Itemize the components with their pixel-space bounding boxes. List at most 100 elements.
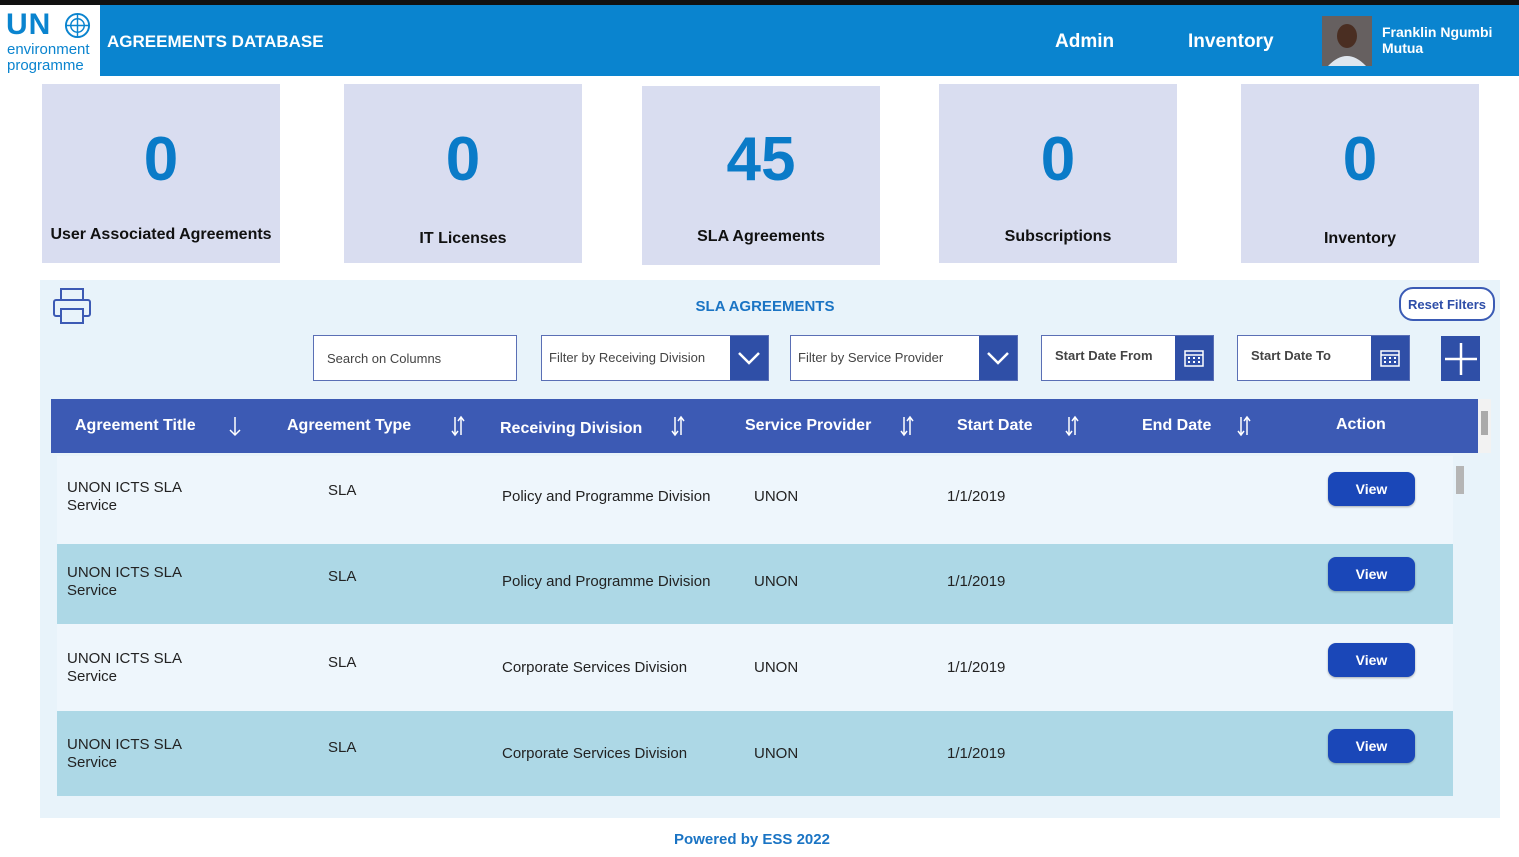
receiving-division-dropdown[interactable]: Filter by Receiving Division xyxy=(541,335,769,381)
tile-label: SLA Agreements xyxy=(697,228,825,245)
table-row[interactable]: UNON ICTS SLA Service SLA Policy and Prog… xyxy=(57,544,1453,624)
tile-user-agreements[interactable]: 0 User Associated Agreements xyxy=(42,84,280,263)
nav-inventory[interactable]: Inventory xyxy=(1188,31,1274,53)
view-button[interactable]: View xyxy=(1328,643,1415,677)
cell-division: Policy and Programme Division xyxy=(502,573,711,590)
sort-icon[interactable] xyxy=(1065,415,1079,437)
cell-start-date: 1/1/2019 xyxy=(947,573,1006,590)
cell-division: Corporate Services Division xyxy=(502,659,688,676)
date-placeholder: Start Date From xyxy=(1055,348,1153,363)
title-line2: Service xyxy=(67,497,118,514)
cell-type: SLA xyxy=(328,568,357,585)
table-header: Agreement Title Agreement Type Receiving… xyxy=(51,399,1478,453)
panel-title: SLA AGREEMENTS xyxy=(695,298,835,315)
view-button[interactable]: View xyxy=(1328,729,1415,763)
footer-credit: Powered by ESS 2022 xyxy=(674,831,830,848)
logo-un-text: UN xyxy=(6,8,52,41)
reset-filters-button[interactable]: Reset Filters xyxy=(1399,287,1495,321)
search-input[interactable] xyxy=(313,335,517,381)
avatar[interactable] xyxy=(1322,16,1372,66)
cell-start-date: 1/1/2019 xyxy=(947,659,1006,676)
cell-provider: UNON xyxy=(754,745,799,762)
col-action: Action xyxy=(1336,416,1386,433)
cell-start-date: 1/1/2019 xyxy=(947,745,1006,762)
cell-provider: UNON xyxy=(754,659,799,676)
tile-it-licenses[interactable]: 0 IT Licenses xyxy=(344,84,582,263)
tile-value: 0 xyxy=(1040,125,1076,194)
col-agreement-type[interactable]: Agreement Type xyxy=(287,417,411,435)
tile-subscriptions[interactable]: 0 Subscriptions xyxy=(939,84,1177,263)
cell-division: Policy and Programme Division xyxy=(502,488,711,505)
logo-subtitle: environment programme xyxy=(7,42,90,74)
logo-line1: environment xyxy=(7,41,90,58)
scrollbar-thumb[interactable] xyxy=(1481,411,1488,435)
col-service-provider[interactable]: Service Provider xyxy=(745,417,871,435)
title-line2: Service xyxy=(67,754,118,771)
view-button[interactable]: View xyxy=(1328,472,1415,506)
tile-value: 0 xyxy=(445,125,481,194)
cell-start-date: 1/1/2019 xyxy=(947,488,1006,505)
col-end-date[interactable]: End Date xyxy=(1142,417,1211,435)
start-date-from-picker[interactable]: Start Date From xyxy=(1041,335,1214,381)
dropdown-placeholder: Filter by Service Provider xyxy=(798,350,944,365)
sort-icon[interactable] xyxy=(671,415,685,437)
globe-icon xyxy=(64,12,91,39)
tile-value: 0 xyxy=(143,125,179,194)
tile-label: IT Licenses xyxy=(419,230,507,247)
table-row[interactable]: UNON ICTS SLA Service SLA Policy and Prog… xyxy=(57,456,1453,544)
calendar-icon[interactable] xyxy=(1371,336,1409,380)
sort-desc-icon[interactable] xyxy=(228,415,242,437)
plus-icon xyxy=(1444,342,1477,375)
title-line1: UNON ICTS SLA xyxy=(67,564,183,581)
unep-logo: UN environment programme xyxy=(0,5,100,76)
tile-value: 45 xyxy=(726,125,796,194)
nav-admin[interactable]: Admin xyxy=(1055,31,1114,53)
date-placeholder: Start Date To xyxy=(1251,348,1331,363)
col-agreement-title[interactable]: Agreement Title xyxy=(75,417,196,435)
service-provider-dropdown[interactable]: Filter by Service Provider xyxy=(790,335,1018,381)
scrollbar-thumb[interactable] xyxy=(1456,466,1464,494)
cell-title: UNON ICTS SLA Service xyxy=(67,736,182,772)
tile-label: Inventory xyxy=(1323,230,1396,247)
app-title: AGREEMENTS DATABASE xyxy=(107,32,324,51)
title-line1: UNON ICTS SLA xyxy=(67,650,183,667)
cell-provider: UNON xyxy=(754,488,799,505)
col-start-date[interactable]: Start Date xyxy=(957,417,1033,435)
title-line2: Service xyxy=(67,668,118,685)
tile-inventory[interactable]: 0 Inventory xyxy=(1241,84,1479,263)
cell-title: UNON ICTS SLA Service xyxy=(67,479,182,515)
view-button[interactable]: View xyxy=(1328,557,1415,591)
sort-icon[interactable] xyxy=(1237,415,1251,437)
table-row[interactable]: UNON ICTS SLA Service SLA Corporate Servi… xyxy=(57,624,1453,711)
table-scrollbar[interactable] xyxy=(1454,456,1466,796)
cell-title: UNON ICTS SLA Service xyxy=(67,650,182,686)
user-photo xyxy=(1322,16,1372,66)
cell-type: SLA xyxy=(328,482,357,499)
title-line1: UNON ICTS SLA xyxy=(67,479,183,496)
chevron-down-icon[interactable] xyxy=(730,336,768,380)
tile-value: 0 xyxy=(1342,125,1378,194)
title-line1: UNON ICTS SLA xyxy=(67,736,183,753)
dropdown-placeholder: Filter by Receiving Division xyxy=(549,350,706,365)
cell-title: UNON ICTS SLA Service xyxy=(67,564,182,600)
user-name: Franklin Ngumbi Mutua xyxy=(1382,24,1493,56)
cell-division: Corporate Services Division xyxy=(502,745,688,762)
printer-icon[interactable] xyxy=(52,287,92,325)
title-line2: Service xyxy=(67,582,118,599)
tile-label: User Associated Agreements xyxy=(50,226,272,243)
header-scrollbar[interactable] xyxy=(1478,399,1491,453)
add-agreement-button[interactable] xyxy=(1441,336,1480,381)
tile-label: Subscriptions xyxy=(1004,228,1112,245)
start-date-to-picker[interactable]: Start Date To xyxy=(1237,335,1410,381)
sort-icon[interactable] xyxy=(451,415,465,437)
sort-icon[interactable] xyxy=(900,415,914,437)
col-receiving-division[interactable]: Receiving Division xyxy=(500,420,642,438)
calendar-icon[interactable] xyxy=(1175,336,1213,380)
cell-type: SLA xyxy=(328,739,357,756)
table-row[interactable]: UNON ICTS SLA Service SLA Corporate Servi… xyxy=(57,711,1453,796)
cell-provider: UNON xyxy=(754,573,799,590)
logo-line2: programme xyxy=(7,57,84,74)
chevron-down-icon[interactable] xyxy=(979,336,1017,380)
tile-sla-agreements[interactable]: 45 SLA Agreements xyxy=(642,86,880,265)
cell-type: SLA xyxy=(328,654,357,671)
